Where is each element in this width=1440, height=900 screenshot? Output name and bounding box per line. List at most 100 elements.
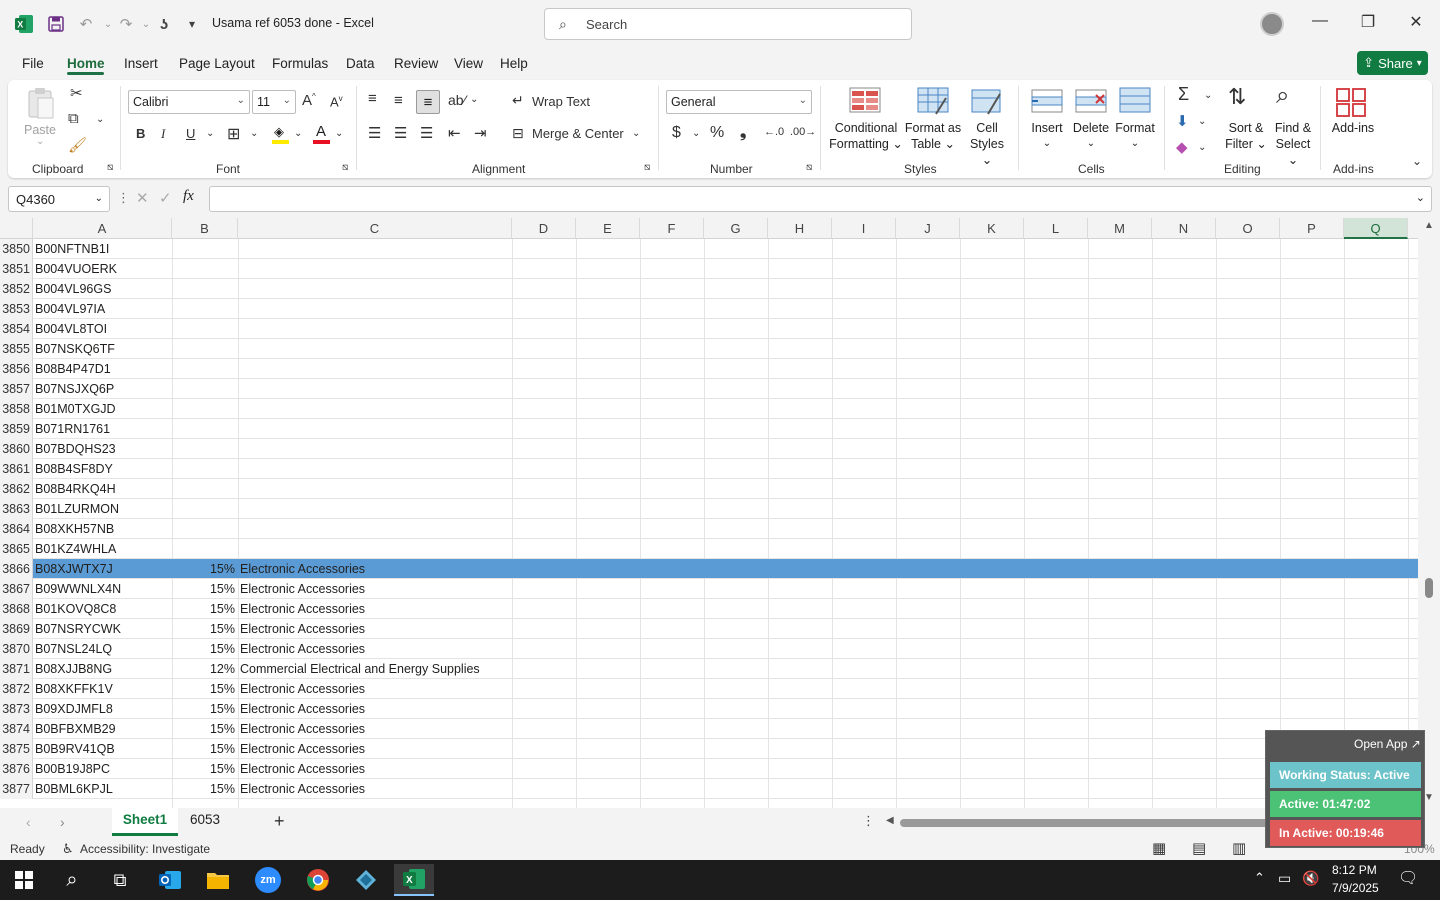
align-middle-icon[interactable]: ≡	[394, 92, 403, 109]
row-header[interactable]: 3869	[0, 619, 33, 639]
font-color-icon[interactable]: A	[313, 123, 331, 144]
cell-a[interactable]: B09WWNLX4N	[35, 579, 121, 599]
cell-b[interactable]: 15%	[172, 739, 235, 759]
tab-view[interactable]: View	[454, 56, 483, 71]
select-all-corner[interactable]	[0, 218, 33, 239]
orientation-dropdown-icon[interactable]: ⌄	[470, 94, 478, 105]
worksheet-grid[interactable]: A B C D E F G H I J K L M N O P Q 3850 B0…	[0, 218, 1440, 808]
table-row[interactable]: 3850 B00NFTNB1I	[0, 239, 1418, 259]
orientation-icon[interactable]: ab⁄	[448, 92, 466, 108]
cell-b[interactable]: 15%	[172, 779, 235, 799]
column-header[interactable]: I	[832, 218, 896, 239]
column-header[interactable]: M	[1088, 218, 1152, 239]
cell-a[interactable]: B01M0TXGJD	[35, 399, 116, 419]
table-row[interactable]: 3868 B01KOVQ8C8 15% Electronic Accessories	[0, 599, 1418, 619]
column-header[interactable]: O	[1216, 218, 1280, 239]
cell-c[interactable]: Electronic Accessories	[240, 739, 365, 759]
column-header[interactable]: A	[33, 218, 172, 239]
cell-b[interactable]: 15%	[172, 599, 235, 619]
format-as-table-button[interactable]: Format as Table ⌄	[904, 120, 962, 152]
tray-chevron-icon[interactable]: ⌃	[1254, 870, 1265, 886]
row-header[interactable]: 3859	[0, 419, 33, 439]
network-icon[interactable]: ▭	[1278, 870, 1291, 887]
undo-icon[interactable]: ↶	[74, 12, 98, 36]
vertical-scrollbar[interactable]: ▲ ▼	[1418, 218, 1440, 808]
table-row[interactable]: 3856 B08B4P47D1	[0, 359, 1418, 379]
cell-c[interactable]: Electronic Accessories	[240, 619, 365, 639]
customize-qat-icon[interactable]: ▾	[180, 12, 204, 36]
find-select-button[interactable]: Find & Select ⌄	[1270, 120, 1316, 168]
row-header[interactable]: 3872	[0, 679, 33, 699]
cell-a[interactable]: B00NFTNB1I	[35, 239, 109, 259]
avatar[interactable]	[1260, 12, 1284, 36]
row-header[interactable]: 3855	[0, 339, 33, 359]
cell-a[interactable]: B004VUOERK	[35, 259, 117, 279]
restore-button[interactable]: ❐	[1348, 12, 1388, 36]
cell-styles-button[interactable]: Cell Styles ⌄	[966, 120, 1008, 168]
zoom-app-icon[interactable]: zm	[248, 864, 288, 896]
borders-icon[interactable]: ⊞	[227, 124, 240, 144]
normal-view-icon[interactable]: ▦	[1152, 839, 1166, 857]
notifications-icon[interactable]: 🗨	[1398, 868, 1418, 888]
sheet-tab-active[interactable]: Sheet1	[112, 808, 178, 836]
column-header[interactable]: H	[768, 218, 832, 239]
chrome-icon[interactable]	[298, 864, 338, 896]
underline-dropdown-icon[interactable]: ⌄	[206, 128, 214, 139]
table-row[interactable]: 3863 B01LZURMON	[0, 499, 1418, 519]
cell-a[interactable]: B004VL8TOI	[35, 319, 107, 339]
cell-c[interactable]: Electronic Accessories	[240, 599, 365, 619]
comma-icon[interactable]: ❟	[740, 124, 746, 142]
table-row[interactable]: 3855 B07NSKQ6TF	[0, 339, 1418, 359]
cut-icon[interactable]: ✂	[70, 84, 83, 102]
column-header[interactable]: L	[1024, 218, 1088, 239]
next-sheet-icon[interactable]: ›	[60, 814, 65, 830]
table-row[interactable]: 3870 B07NSL24LQ 15% Electronic Accessories	[0, 639, 1418, 659]
table-row[interactable]: 3869 B07NSRYCWK 15% Electronic Accessories	[0, 619, 1418, 639]
table-row[interactable]: 3875 B0B9RV41QB 15% Electronic Accessories	[0, 739, 1418, 759]
fill-dropdown-icon[interactable]: ⌄	[1198, 116, 1206, 127]
column-header-selected[interactable]: Q	[1344, 218, 1408, 239]
cell-c[interactable]: Electronic Accessories	[240, 779, 365, 799]
collapse-ribbon-icon[interactable]: ⌄	[1412, 154, 1422, 168]
insert-button[interactable]: Insert ⌄	[1030, 120, 1064, 152]
table-row[interactable]: 3854 B004VL8TOI	[0, 319, 1418, 339]
cell-c[interactable]: Electronic Accessories	[240, 719, 365, 739]
table-row[interactable]: 3852 B004VL96GS	[0, 279, 1418, 299]
scroll-up-icon[interactable]: ▲	[1424, 220, 1434, 231]
column-header[interactable]: P	[1280, 218, 1344, 239]
font-launcher-icon[interactable]: ⧅	[342, 162, 348, 173]
cell-a[interactable]: B01LZURMON	[35, 499, 119, 519]
column-header[interactable]: F	[640, 218, 704, 239]
row-header[interactable]: 3863	[0, 499, 33, 519]
row-header[interactable]: 3870	[0, 639, 33, 659]
cell-c[interactable]: Electronic Accessories	[240, 679, 365, 699]
tab-split-handle-icon[interactable]: ⋮	[862, 813, 875, 829]
row-header[interactable]: 3877	[0, 779, 33, 799]
table-row[interactable]: 3864 B08XKH57NB	[0, 519, 1418, 539]
increase-decimal-icon[interactable]: ←.0	[764, 126, 784, 138]
cell-c[interactable]: Electronic Accessories	[240, 699, 365, 719]
expand-formula-icon[interactable]: ⌄	[1416, 191, 1425, 204]
clock-date[interactable]: 7/9/2025	[1332, 881, 1379, 895]
cell-a[interactable]: B01KOVQ8C8	[35, 599, 116, 619]
row-header[interactable]: 3865	[0, 539, 33, 559]
cell-a[interactable]: B08B4RKQ4H	[35, 479, 116, 499]
tab-data[interactable]: Data	[346, 56, 375, 71]
bold-icon[interactable]: B	[136, 126, 145, 141]
excel-taskbar-icon[interactable]: X	[394, 864, 434, 896]
italic-icon[interactable]: I	[161, 126, 165, 142]
column-header[interactable]: J	[896, 218, 960, 239]
cell-a[interactable]: B08XJJB8NG	[35, 659, 112, 679]
row-header[interactable]: 3852	[0, 279, 33, 299]
page-layout-view-icon[interactable]: ▤	[1192, 839, 1206, 857]
clear-dropdown-icon[interactable]: ⌄	[1198, 142, 1206, 153]
cell-a[interactable]: B07NSRYCWK	[35, 619, 121, 639]
sheet-tab[interactable]: 6053	[190, 812, 220, 827]
row-header[interactable]: 3866	[0, 559, 33, 579]
formula-bar-handle-icon[interactable]: ⋮	[117, 190, 130, 206]
row-header[interactable]: 3860	[0, 439, 33, 459]
cell-c[interactable]: Electronic Accessories	[240, 639, 365, 659]
increase-font-icon[interactable]: A^	[302, 92, 316, 109]
cell-a[interactable]: B00B19J8PC	[35, 759, 110, 779]
column-header[interactable]: D	[512, 218, 576, 239]
